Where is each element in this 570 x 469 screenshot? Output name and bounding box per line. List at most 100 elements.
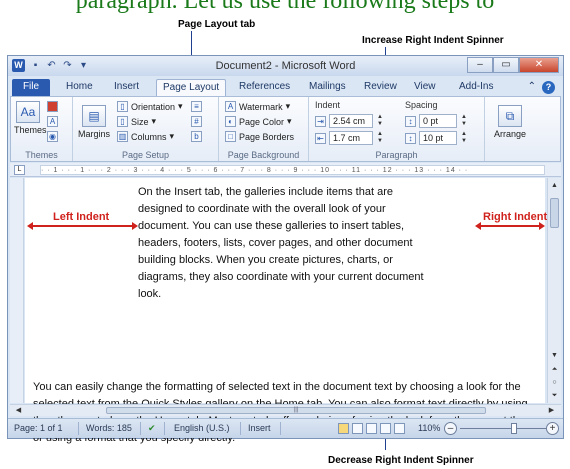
paragraph-group-label: Paragraph xyxy=(375,150,418,160)
arrange-button[interactable]: ⧉ Arrange xyxy=(493,105,527,139)
tab-selector[interactable]: L xyxy=(14,165,25,175)
page-color-icon: ◐ xyxy=(225,116,236,127)
tab-mailings[interactable]: Mailings xyxy=(303,79,352,96)
right-indent-arrowhead-right xyxy=(539,222,545,230)
spacing-after-input[interactable]: 10 pt xyxy=(419,131,457,145)
page-color-button[interactable]: ◐ Page Color ▾ xyxy=(225,116,292,127)
indent-right-input[interactable]: 1.7 cm xyxy=(329,131,373,145)
zoom-slider-track[interactable] xyxy=(460,428,552,429)
scroll-down-icon[interactable]: ▼ xyxy=(549,350,560,361)
tab-add-ins[interactable]: Add-Ins xyxy=(453,79,499,96)
theme-colors-button[interactable] xyxy=(47,101,58,112)
outline-view-icon[interactable] xyxy=(380,423,391,434)
margins-button[interactable]: ▤ Margins xyxy=(77,105,111,139)
spacing-before-icon: ↕ xyxy=(405,115,416,127)
page-borders-button[interactable]: □ Page Borders xyxy=(225,131,294,142)
scroll-left-icon[interactable]: ◀ xyxy=(13,405,24,416)
themes-button-label: Themes xyxy=(14,125,47,135)
print-layout-view-icon[interactable] xyxy=(338,423,349,434)
theme-fonts-button[interactable]: A xyxy=(47,116,58,127)
hyphenation-button[interactable]: b xyxy=(191,131,202,142)
tab-references[interactable]: References xyxy=(233,79,296,96)
word-count-status[interactable]: Words: 185 xyxy=(86,423,132,433)
page-background-group-label: Page Background xyxy=(227,150,300,160)
insert-mode-status[interactable]: Insert xyxy=(248,423,271,433)
page-borders-label: Page Borders xyxy=(239,131,295,142)
help-icon[interactable]: ? xyxy=(542,81,555,94)
close-button[interactable]: ✕ xyxy=(519,57,559,73)
margins-button-label: Margins xyxy=(77,129,110,139)
browse-object-icon[interactable]: ○ xyxy=(549,377,560,388)
columns-icon: ▥ xyxy=(117,131,128,142)
indent-left-spinner[interactable]: ▲ ▼ xyxy=(376,114,384,128)
tab-review[interactable]: Review xyxy=(358,79,403,96)
page-count-status[interactable]: Page: 1 of 1 xyxy=(14,423,63,433)
spacing-before-spinner[interactable]: ▲ ▼ xyxy=(460,114,468,128)
draft-view-icon[interactable] xyxy=(394,423,405,434)
tab-file[interactable]: File xyxy=(12,79,50,96)
horizontal-scroll-thumb[interactable]: ||| xyxy=(106,407,486,414)
tab-insert[interactable]: Insert xyxy=(108,79,145,96)
themes-group-label: Themes xyxy=(25,150,58,160)
status-bar: Page: 1 of 1 Words: 185 ✔ English (U.S.)… xyxy=(8,418,563,438)
zoom-slider-thumb[interactable] xyxy=(511,423,517,434)
vertical-scroll-thumb[interactable] xyxy=(550,198,559,228)
size-button[interactable]: ▯ Size ▾ xyxy=(117,116,156,127)
minimize-button[interactable]: – xyxy=(467,57,493,73)
tab-home[interactable]: Home xyxy=(60,79,99,96)
orientation-icon: ▯ xyxy=(117,101,128,112)
document-paragraph-1[interactable]: On the Insert tab, the galleries include… xyxy=(138,184,428,303)
tab-view[interactable]: View xyxy=(408,79,442,96)
horizontal-scrollbar[interactable]: ◀ ||| ▶ xyxy=(10,404,561,416)
document-page[interactable]: On the Insert tab, the galleries include… xyxy=(25,178,547,444)
maximize-button[interactable]: ▭ xyxy=(493,57,519,73)
language-status[interactable]: English (U.S.) xyxy=(174,423,230,433)
ribbon-tabs: File Home Insert Page Layout References … xyxy=(8,77,563,96)
breaks-button[interactable]: ≡ xyxy=(191,101,202,112)
arrange-button-label: Arrange xyxy=(493,129,527,139)
orientation-label: Orientation xyxy=(131,101,176,112)
breaks-icon: ≡ xyxy=(191,101,202,112)
columns-button[interactable]: ▥ Columns ▾ xyxy=(117,131,174,142)
spacing-after-spinner[interactable]: ▲ ▼ xyxy=(460,131,468,145)
orientation-button[interactable]: ▯ Orientation ▾ xyxy=(117,101,183,112)
spacing-before-input[interactable]: 0 pt xyxy=(419,114,457,128)
horizontal-ruler: L · · 1 · · · 1 · · · 2 · · · 3 · · · 4 … xyxy=(10,163,561,177)
vertical-scrollbar[interactable]: ▲ ▼ ⏶ ○ ⏷ xyxy=(547,178,561,403)
left-indent-arrow-line xyxy=(32,225,132,227)
full-screen-reading-view-icon[interactable] xyxy=(352,423,363,434)
proofing-icon[interactable]: ✔ xyxy=(148,423,156,434)
status-separator xyxy=(280,422,281,435)
next-page-icon[interactable]: ⏷ xyxy=(549,390,560,401)
orientation-dropdown-icon: ▾ xyxy=(178,101,183,111)
zoom-in-button[interactable]: + xyxy=(546,422,559,435)
page-color-dropdown-icon: ▾ xyxy=(287,116,292,126)
columns-dropdown-icon: ▾ xyxy=(169,131,175,141)
scroll-up-icon[interactable]: ▲ xyxy=(549,180,560,191)
indent-right-control: ⇤ 1.7 cm ▲ ▼ xyxy=(315,131,384,145)
line-numbers-button[interactable]: # xyxy=(191,116,202,127)
indent-right-spinner[interactable]: ▲ ▼ xyxy=(376,131,384,145)
zoom-out-button[interactable]: – xyxy=(444,422,457,435)
status-separator xyxy=(140,422,141,435)
ruler-scale[interactable]: · · 1 · · · 1 · · · 2 · · · 3 · · · 4 · … xyxy=(40,165,545,175)
theme-fonts-icon: A xyxy=(47,116,58,127)
previous-page-icon[interactable]: ⏶ xyxy=(549,364,560,375)
decrease-spinner-callout: Decrease Right Indent Spinner xyxy=(328,455,474,466)
status-separator xyxy=(78,422,79,435)
scroll-right-icon[interactable]: ▶ xyxy=(546,405,557,416)
partial-heading-text: paragraph. Let us use the following step… xyxy=(75,0,495,14)
watermark-icon: A xyxy=(225,101,236,112)
indent-left-input[interactable]: 2.54 cm xyxy=(329,114,373,128)
left-indent-label: Left Indent xyxy=(53,211,110,223)
zoom-level[interactable]: 110% xyxy=(418,423,440,433)
themes-button[interactable]: Aa Themes xyxy=(14,101,47,135)
web-layout-view-icon[interactable] xyxy=(366,423,377,434)
theme-effects-button[interactable]: ◉ xyxy=(47,131,58,142)
indent-right-icon: ⇤ xyxy=(315,132,326,144)
watermark-button[interactable]: A Watermark ▾ xyxy=(225,101,290,112)
minimize-ribbon-icon[interactable]: ⌃ xyxy=(528,81,536,94)
size-label: Size xyxy=(131,116,149,127)
line-numbers-icon: # xyxy=(191,116,202,127)
tab-page-layout[interactable]: Page Layout xyxy=(156,79,227,96)
